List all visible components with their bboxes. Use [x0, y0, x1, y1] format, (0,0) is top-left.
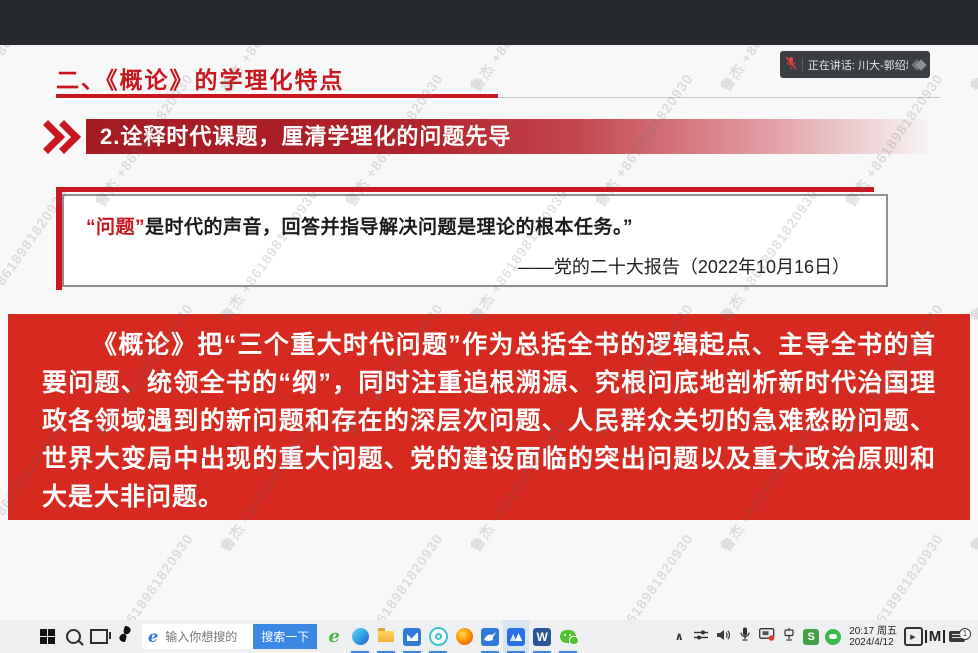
start-button[interactable] — [34, 620, 60, 653]
chevron-up-icon: ∧ — [675, 630, 684, 643]
speaking-label: 正在讲话: 川大-郭绍均; — [808, 57, 908, 73]
watermark-text: 鲁杰 +8618981820930 — [466, 45, 573, 96]
task-view-icon — [90, 629, 108, 644]
m-logo-icon: M — [925, 630, 946, 643]
watermark-text: 鲁杰 +8618981820930 — [591, 529, 698, 620]
quote-text: “问题”是时代的声音，回答并指导解决问题是理论的根本任务。” — [86, 212, 866, 239]
taskbar: e 搜索一下 e — [0, 620, 978, 653]
taskbar-search-button[interactable] — [60, 620, 86, 653]
taskbar-clock[interactable]: 20:17 周五 2024/4/12 — [844, 620, 902, 653]
clock-date: 2024/4/12 — [849, 637, 897, 648]
touch-keyboard-tray-button[interactable]: 1 — [946, 620, 968, 653]
taskbar-search-icon — [66, 629, 81, 644]
sliders-tray-button[interactable] — [690, 620, 712, 653]
green-circle-tray-icon — [825, 629, 841, 645]
start-icon — [40, 629, 55, 644]
word-icon: W — [533, 628, 551, 646]
watermark-text: 鲁杰 +8618981820930 — [966, 184, 978, 325]
volume-tray-button[interactable] — [712, 620, 734, 653]
title-rule-red — [56, 94, 498, 98]
speaker-icon — [716, 628, 731, 646]
firefox-icon — [456, 628, 473, 645]
microphone-icon — [740, 627, 750, 646]
quote-rest: 是时代的声音，回答并指导解决问题是理论的根本任务。” — [145, 217, 633, 238]
watermark-text: 鲁杰 +8618981820930 — [841, 529, 948, 620]
screen-share-tray-button[interactable] — [756, 620, 778, 653]
top-black-bar — [0, 0, 978, 45]
play-box-tray-button[interactable]: ▶ — [902, 620, 924, 653]
edge-icon — [352, 628, 369, 645]
wechat-icon — [560, 630, 576, 643]
watermark-text: 鲁杰 +8618981820930 — [91, 529, 198, 620]
tencent-meeting-icon — [507, 628, 525, 646]
teal-ring-app-button[interactable] — [425, 620, 451, 653]
web-search-button[interactable]: 搜索一下 — [253, 624, 317, 649]
mic-muted-icon — [785, 56, 797, 73]
watermark-text: 鲁杰 +8618981820930 — [341, 529, 448, 620]
web-search-input[interactable] — [163, 629, 253, 645]
presentation-slide: 鲁杰 +8618981820930 鲁杰 +8618981820930 鲁杰 +86… — [0, 45, 978, 620]
mail-button[interactable] — [399, 620, 425, 653]
edge-button[interactable] — [347, 620, 373, 653]
teal-ring-app-icon — [429, 627, 448, 646]
slide-title: 二、《概论》的学理化特点 — [56, 61, 345, 95]
ie-blue-icon: e — [148, 629, 158, 645]
green-circle-tray-button[interactable] — [822, 620, 844, 653]
file-explorer-icon — [378, 631, 394, 642]
microphone-tray-button[interactable] — [734, 620, 756, 653]
section-banner-row: 2.诠释时代课题，厘清学理化的问题先导 — [36, 119, 928, 154]
sogou-input-icon: S — [803, 629, 819, 645]
file-explorer-button[interactable] — [373, 620, 399, 653]
quote-box: “问题”是时代的声音，回答并指导解决问题是理论的根本任务。” ——党的二十大报告… — [62, 194, 888, 287]
bird-app-icon — [481, 628, 499, 646]
web-search-box: e 搜索一下 — [142, 624, 317, 649]
sliders-icon — [694, 628, 708, 646]
screen: 鲁杰 +8618981820930 鲁杰 +8618981820930 鲁杰 +86… — [0, 0, 978, 653]
screen-share-icon — [759, 628, 775, 646]
pinwheel-app-icon — [116, 625, 134, 648]
task-view-button[interactable] — [86, 620, 112, 653]
meeting-logo-icon — [913, 61, 925, 69]
sogou-input-button[interactable]: S — [800, 620, 822, 653]
play-box-icon: ▶ — [904, 627, 923, 646]
tencent-meeting-button[interactable] — [503, 620, 529, 653]
tray-expand-button[interactable]: ∧ — [668, 620, 690, 653]
quote-highlight: “问题” — [86, 217, 145, 238]
wechat-button[interactable] — [555, 620, 581, 653]
double-chevron-icon — [36, 125, 76, 149]
word-button[interactable]: W — [529, 620, 555, 653]
watermark-text: 鲁杰 +8618981820930 — [966, 45, 978, 96]
toast-divider — [802, 58, 803, 71]
body-text: 《概论》把“三个重大时代问题”作为总括全书的逻辑起点、主导全书的首要问题、统领全… — [42, 326, 936, 516]
clock-time: 20:17 周五 — [849, 626, 897, 637]
green-e-browser-button[interactable]: e — [321, 620, 347, 653]
firefox-button[interactable] — [451, 620, 477, 653]
signpost-tray-button[interactable] — [778, 620, 800, 653]
quote-attribution: ——党的二十大报告（2022年10月16日） — [64, 253, 850, 279]
notification-badge: 1 — [959, 628, 971, 640]
m-logo-tray-button[interactable]: M — [924, 620, 946, 653]
bird-app-button[interactable] — [477, 620, 503, 653]
green-e-browser-icon: e — [328, 629, 339, 645]
pinwheel-app-button[interactable] — [112, 620, 138, 653]
system-tray: ∧ — [668, 620, 978, 653]
section-banner: 2.诠释时代课题，厘清学理化的问题先导 — [86, 119, 928, 154]
mail-icon — [403, 628, 421, 646]
signpost-icon — [783, 628, 795, 646]
touch-keyboard-icon: 1 — [949, 631, 965, 642]
speaking-notification[interactable]: 正在讲话: 川大-郭绍均; — [780, 51, 930, 78]
body-text-block: 《概论》把“三个重大时代问题”作为总括全书的逻辑起点、主导全书的首要问题、统领全… — [8, 314, 970, 520]
